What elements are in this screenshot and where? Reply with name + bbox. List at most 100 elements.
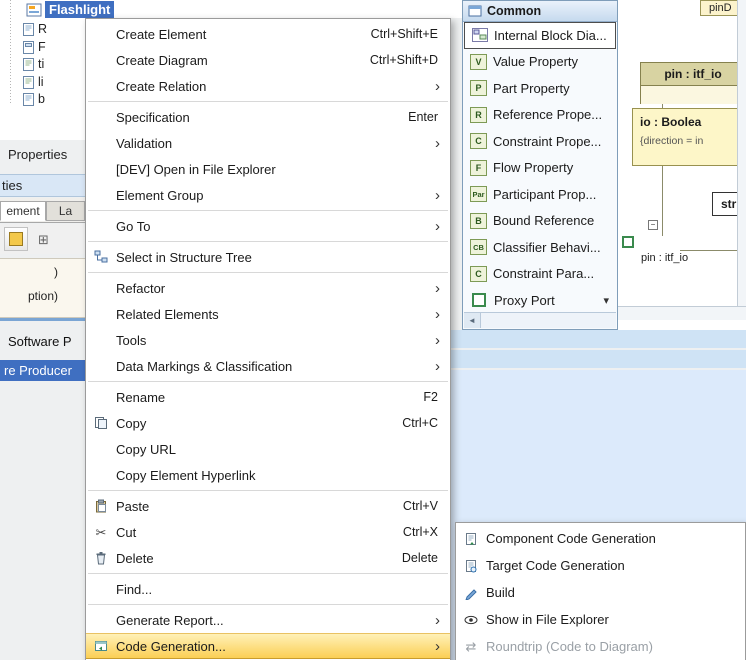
menu-item-shortcut: Ctrl+Shift+D bbox=[370, 53, 450, 67]
submenu-arrow-icon: › bbox=[435, 188, 450, 203]
submenu-item-roundtrip[interactable]: ⇄ Roundtrip (Code to Diagram) bbox=[456, 633, 745, 660]
menu-item-related-elements[interactable]: Related Elements › bbox=[86, 301, 450, 327]
menu-item-shortcut: Ctrl+X bbox=[403, 525, 450, 539]
scroll-left-button[interactable]: ◄ bbox=[464, 313, 481, 328]
submenu-item-target-code-generation[interactable]: Target Code Generation bbox=[456, 552, 745, 579]
proxy-port-shape[interactable] bbox=[622, 236, 634, 248]
properties-panel-title: Properties bbox=[8, 147, 67, 162]
menu-separator bbox=[88, 573, 448, 574]
diagram-vertical-scrollbar[interactable] bbox=[737, 0, 746, 306]
menu-item-copy[interactable]: Copy Ctrl+C bbox=[86, 410, 450, 436]
tree-item-partial-1[interactable]: R bbox=[22, 22, 47, 36]
tree-item-partial-5[interactable]: b bbox=[22, 92, 45, 106]
menu-item-go-to[interactable]: Go To › bbox=[86, 213, 450, 239]
toolbox-item-value-property[interactable]: V Value Property bbox=[463, 49, 617, 76]
menu-item-label: Find... bbox=[116, 582, 450, 597]
show-in-file-explorer-icon bbox=[456, 613, 486, 627]
menu-item-create-element[interactable]: Create Element Ctrl+Shift+E bbox=[86, 21, 450, 47]
tree-item-partial-2[interactable]: F bbox=[22, 40, 46, 54]
diagram-canvas[interactable]: pinD pin : itf_io io : Boolea {direction… bbox=[618, 0, 746, 330]
toolbox-item-internal-block-diagram[interactable]: Internal Block Dia... bbox=[464, 22, 616, 49]
collapse-toggle-icon[interactable]: − bbox=[648, 220, 658, 230]
menu-item-dev-open-in-file-explorer[interactable]: [DEV] Open in File Explorer bbox=[86, 156, 450, 182]
properties-value-pane: ) ption) bbox=[0, 258, 85, 318]
menu-item-label: Rename bbox=[116, 390, 423, 405]
tree-item-label: Flashlight bbox=[45, 1, 114, 18]
submenu-item-show-in-file-explorer[interactable]: Show in File Explorer bbox=[456, 606, 745, 633]
menu-item-find[interactable]: Find... bbox=[86, 576, 450, 602]
menu-item-tools[interactable]: Tools › bbox=[86, 327, 450, 353]
diagram-horizontal-scrollbar[interactable] bbox=[618, 306, 746, 320]
properties-tab-fragment[interactable]: ties bbox=[0, 174, 85, 197]
toolbox-horizontal-scrollbar[interactable]: ◄ bbox=[464, 312, 616, 328]
menu-item-create-relation[interactable]: Create Relation › bbox=[86, 73, 450, 99]
toolbox-item-label: Proxy Port bbox=[494, 293, 555, 308]
toolbox-item-classifier-behavior[interactable]: CB Classifier Behavi... bbox=[463, 234, 617, 261]
toolbox-item-flow-property[interactable]: F Flow Property bbox=[463, 155, 617, 182]
diagram-note[interactable]: io : Boolea {direction = in bbox=[632, 108, 746, 166]
grid-icon[interactable]: ⊞ bbox=[38, 233, 49, 246]
tab-language[interactable]: La bbox=[46, 201, 85, 221]
tree-item-partial-4[interactable]: li bbox=[22, 75, 44, 89]
diagram-block-body[interactable] bbox=[640, 86, 746, 104]
submenu-item-component-code-generation[interactable]: Component Code Generation bbox=[456, 525, 745, 552]
diagram-icon bbox=[26, 3, 42, 17]
menu-item-paste[interactable]: Paste Ctrl+V bbox=[86, 493, 450, 519]
bound-reference-icon: B bbox=[470, 213, 487, 229]
menu-item-data-markings-classification[interactable]: Data Markings & Classification › bbox=[86, 353, 450, 379]
menu-item-label: Select in Structure Tree bbox=[116, 250, 450, 265]
menu-item-cut[interactable]: ✂ Cut Ctrl+X bbox=[86, 519, 450, 545]
constraint-parameter-icon: C bbox=[470, 266, 487, 282]
diagram-block-header[interactable]: pin : itf_io bbox=[640, 62, 746, 86]
menu-item-element-group[interactable]: Element Group › bbox=[86, 182, 450, 208]
classifier-behavior-icon: CB bbox=[470, 239, 487, 255]
menu-item-label: [DEV] Open in File Explorer bbox=[116, 162, 450, 177]
toolbox-item-reference-property[interactable]: R Reference Prope... bbox=[463, 102, 617, 129]
menu-item-copy-url[interactable]: Copy URL bbox=[86, 436, 450, 462]
tree-item-label: b bbox=[38, 92, 45, 106]
submenu-arrow-icon: › bbox=[435, 307, 450, 322]
menu-item-specification[interactable]: Specification Enter bbox=[86, 104, 450, 130]
properties-tabstrip: ement La bbox=[0, 198, 85, 223]
toolbox-header-common[interactable]: Common bbox=[463, 1, 617, 22]
note-tool-button[interactable] bbox=[4, 227, 28, 251]
properties-mini-toolbar: ⊞ bbox=[0, 224, 85, 254]
menu-item-label: Data Markings & Classification bbox=[116, 359, 435, 374]
submenu-item-build[interactable]: Build bbox=[456, 579, 745, 606]
menu-item-label: Copy bbox=[116, 416, 402, 431]
menu-item-validation[interactable]: Validation › bbox=[86, 130, 450, 156]
menu-separator bbox=[88, 381, 448, 382]
tab-element[interactable]: ement bbox=[0, 201, 46, 221]
toolbox-item-proxy-port[interactable]: Proxy Port ▾ bbox=[463, 287, 617, 314]
menu-item-shortcut: Enter bbox=[408, 110, 450, 124]
tree-item-partial-3[interactable]: ti bbox=[22, 57, 44, 71]
note-title: io : Boolea bbox=[640, 115, 738, 129]
toolbox-item-label: Classifier Behavi... bbox=[493, 240, 601, 255]
application-window: Flashlight R F ti li b Properties ties e… bbox=[0, 0, 746, 660]
submenu-item-label: Roundtrip (Code to Diagram) bbox=[486, 639, 653, 654]
toolbox-item-label: Internal Block Dia... bbox=[494, 28, 607, 43]
menu-item-label: Element Group bbox=[116, 188, 435, 203]
menu-item-code-generation[interactable]: Code Generation... › bbox=[86, 633, 450, 659]
toolbox-item-constraint-parameter[interactable]: C Constraint Para... bbox=[463, 261, 617, 288]
menu-item-rename[interactable]: Rename F2 bbox=[86, 384, 450, 410]
menu-item-generate-report[interactable]: Generate Report... › bbox=[86, 607, 450, 633]
menu-item-create-diagram[interactable]: Create Diagram Ctrl+Shift+D bbox=[86, 47, 450, 73]
menu-item-refactor[interactable]: Refactor › bbox=[86, 275, 450, 301]
toolbox-item-bound-reference[interactable]: B Bound Reference bbox=[463, 208, 617, 235]
menu-item-label: Refactor bbox=[116, 281, 435, 296]
submenu-arrow-icon: › bbox=[435, 359, 450, 374]
menu-item-copy-element-hyperlink[interactable]: Copy Element Hyperlink bbox=[86, 462, 450, 488]
dropdown-arrow-icon[interactable]: ▾ bbox=[603, 294, 613, 307]
toolbox-item-constraint-property[interactable]: C Constraint Prope... bbox=[463, 128, 617, 155]
tab-label: ement bbox=[6, 204, 39, 218]
selected-row-producer[interactable]: re Producer bbox=[0, 360, 85, 381]
menu-item-select-in-structure-tree[interactable]: Select in Structure Tree bbox=[86, 244, 450, 270]
toolbox-item-label: Constraint Prope... bbox=[493, 134, 601, 149]
tree-item-flashlight[interactable]: Flashlight bbox=[26, 1, 114, 18]
toolbox-item-participant-property[interactable]: Par Participant Prop... bbox=[463, 181, 617, 208]
build-icon bbox=[456, 586, 486, 600]
menu-item-delete[interactable]: Delete Delete bbox=[86, 545, 450, 571]
toolbox-item-part-property[interactable]: P Part Property bbox=[463, 75, 617, 102]
menu-item-label: Related Elements bbox=[116, 307, 435, 322]
